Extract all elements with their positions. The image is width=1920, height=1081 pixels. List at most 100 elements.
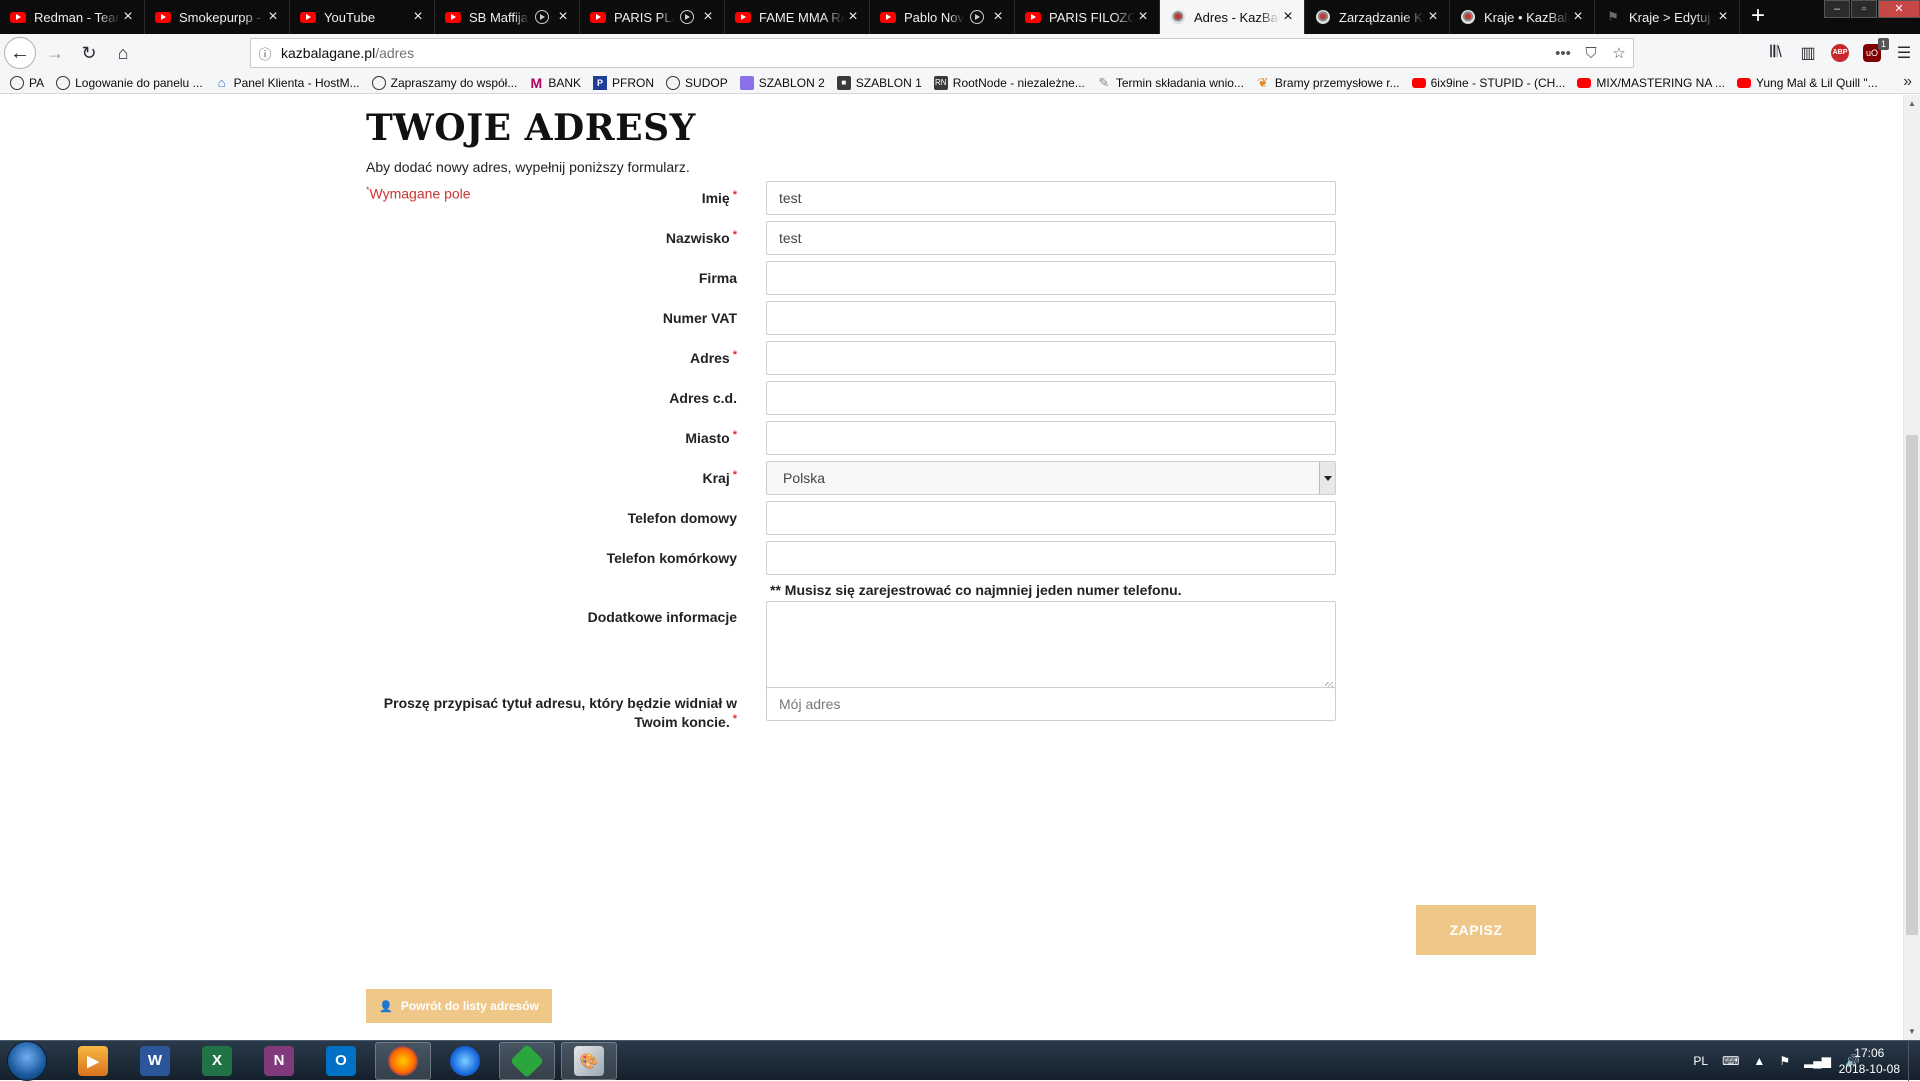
ublock-icon[interactable]: uO 1 [1863, 38, 1889, 62]
save-button[interactable]: ZAPISZ [1416, 905, 1536, 955]
taskbar-app[interactable] [437, 1042, 493, 1080]
mobile-input[interactable] [766, 541, 1336, 575]
page-scrollbar[interactable]: ▲ ▼ [1903, 95, 1920, 1040]
lastname-input[interactable] [766, 221, 1336, 255]
address1-input[interactable] [766, 341, 1336, 375]
close-window-icon[interactable]: ✕ [1878, 0, 1920, 18]
action-center-flag-icon[interactable]: ⚑ [1779, 1054, 1790, 1068]
back-button[interactable]: ← [4, 37, 36, 69]
tab-zarzadzanie-klientami[interactable]: Zarządzanie Klientami× [1305, 0, 1450, 34]
bookmark-item[interactable]: ■ SZABLON 1 [836, 75, 922, 90]
more-icon[interactable]: ••• [1549, 45, 1577, 62]
close-tab-icon[interactable]: × [555, 9, 571, 25]
scroll-up-icon[interactable]: ▲ [1904, 95, 1920, 112]
tab-paris-platy[interactable]: PARIS PLATY × [580, 0, 725, 34]
close-tab-icon[interactable]: × [1425, 9, 1441, 25]
home-button[interactable]: ⌂ [108, 38, 138, 68]
back-to-addresses-button[interactable]: 👤 Powrót do listy adresów [366, 989, 552, 1023]
company-input[interactable] [766, 261, 1336, 295]
taskbar-app[interactable] [499, 1041, 555, 1080]
close-tab-icon[interactable]: × [1135, 9, 1151, 25]
bookmark-item[interactable]: P PFRON [593, 75, 654, 90]
taskbar-app[interactable]: O [313, 1042, 369, 1080]
tab-kraje[interactable]: Kraje • KazBalagane× [1450, 0, 1595, 34]
bookmark-item[interactable]: ⌂ Panel Klienta - HostM... [215, 75, 360, 90]
tab-pablo-novac[interactable]: Pablo Novac × [870, 0, 1015, 34]
pocket-icon[interactable]: ⛉ [1577, 45, 1605, 62]
taskbar-app[interactable]: W [127, 1042, 183, 1080]
bookmark-item[interactable]: SZABLON 2 [739, 75, 825, 90]
keyboard-icon[interactable]: ⌨ [1722, 1054, 1739, 1068]
close-tab-icon[interactable]: × [1280, 9, 1296, 25]
show-hidden-icons-icon[interactable]: ▲ [1753, 1054, 1765, 1068]
playing-audio-icon[interactable] [535, 10, 549, 24]
reload-button[interactable]: ↻ [74, 38, 104, 68]
tab-kraje-edytuj[interactable]: Kraje > Edytuj× [1595, 0, 1740, 34]
tab-youtube[interactable]: YouTube × [290, 0, 435, 34]
vat-input[interactable] [766, 301, 1336, 335]
library-icon[interactable]: 𝄃𝄃\ [1760, 44, 1792, 62]
address2-input[interactable] [766, 381, 1336, 415]
close-tab-icon[interactable]: × [265, 9, 281, 25]
scrollbar-thumb[interactable] [1906, 435, 1918, 935]
new-tab-button[interactable]: + [1740, 0, 1776, 34]
close-tab-icon[interactable]: × [120, 9, 136, 25]
tab-paris-filozofia[interactable]: PARIS FILOZOFIA× [1015, 0, 1160, 34]
clock-date: 2018-10-08 [1838, 1062, 1900, 1076]
system-clock[interactable]: 17:06 2018-10-08 [1839, 1045, 1900, 1077]
bookmark-item[interactable]: RN RootNode - niezależne... [933, 75, 1085, 90]
network-icon[interactable]: ▂▄▆ [1804, 1054, 1831, 1068]
tab-fame-mma[interactable]: FAME MMA RAND× [725, 0, 870, 34]
tab-smokepurpp[interactable]: Smokepurpp - So× [145, 0, 290, 34]
start-button[interactable] [7, 1040, 47, 1081]
chevron-down-icon[interactable] [1319, 462, 1335, 494]
taskbar-app[interactable]: X [189, 1042, 245, 1080]
taskbar-app[interactable] [375, 1041, 431, 1080]
firstname-input[interactable] [766, 181, 1336, 215]
minimize-icon[interactable]: – [1824, 0, 1850, 18]
bookmark-item[interactable]: 6ix9ine - STUPID - (CH... [1411, 76, 1565, 90]
playing-audio-icon[interactable] [680, 10, 694, 24]
other-textarea[interactable] [766, 601, 1336, 693]
language-indicator[interactable]: PL [1693, 1054, 1708, 1068]
bookmark-item[interactable]: Yung Mal & Lil Quill "... [1737, 76, 1878, 90]
taskbar-app[interactable]: 🎨 [561, 1041, 617, 1080]
address-bar[interactable]: ⓘ kazbalagane.pl/adres ••• ⛉ ☆ [250, 38, 1634, 68]
bookmark-item[interactable]: Logowanie do panelu ... [56, 75, 203, 90]
close-tab-icon[interactable]: × [990, 9, 1006, 25]
bookmark-item[interactable]: ❦ Bramy przemysłowe r... [1256, 75, 1399, 90]
maximize-icon[interactable]: ▫ [1851, 0, 1877, 18]
show-desktop-button[interactable] [1908, 1041, 1920, 1081]
forward-button[interactable]: → [40, 38, 70, 68]
bookmark-item[interactable]: SUDOP [666, 75, 728, 90]
phone-input[interactable] [766, 501, 1336, 535]
bookmark-item[interactable]: ✎ Termin składania wnio... [1097, 75, 1244, 90]
taskbar-app[interactable]: N [251, 1042, 307, 1080]
close-tab-icon[interactable]: × [1570, 9, 1586, 25]
alias-input[interactable] [766, 687, 1336, 721]
chevron-double-right-icon[interactable]: » [1903, 72, 1912, 92]
tab-title: Kraje • KazBalagane [1484, 9, 1570, 25]
close-tab-icon[interactable]: × [410, 9, 426, 25]
close-tab-icon[interactable]: × [700, 9, 716, 25]
playing-audio-icon[interactable] [970, 10, 984, 24]
tab-redman[interactable]: Redman - Tear It× [0, 0, 145, 34]
tab-sb-maffija[interactable]: SB Maffija - Y × [435, 0, 580, 34]
site-info-icon[interactable]: ⓘ [251, 44, 279, 63]
close-tab-icon[interactable]: × [1715, 9, 1731, 25]
bookmark-item[interactable]: MIX/MASTERING NA ... [1577, 76, 1725, 90]
tab-adres-kazbalagane[interactable]: Adres - KazBalagane× [1160, 0, 1305, 34]
country-select[interactable]: Polska [766, 461, 1336, 495]
city-input[interactable] [766, 421, 1336, 455]
adblock-plus-icon[interactable]: ABP [1831, 44, 1849, 62]
taskbar-app[interactable]: ▶ [65, 1042, 121, 1080]
scroll-down-icon[interactable]: ▼ [1904, 1023, 1920, 1040]
close-tab-icon[interactable]: × [845, 9, 861, 25]
bookmark-star-icon[interactable]: ☆ [1605, 44, 1633, 62]
url-text[interactable]: kazbalagane.pl/adres [279, 45, 1549, 61]
sidebar-icon[interactable]: ▥ [1792, 43, 1824, 63]
bookmark-item[interactable]: Zapraszamy do współ... [371, 75, 517, 90]
menu-icon[interactable]: ☰ [1888, 43, 1920, 63]
bookmark-item[interactable]: M BANK [529, 75, 582, 91]
bookmark-item[interactable]: PA [10, 75, 44, 90]
